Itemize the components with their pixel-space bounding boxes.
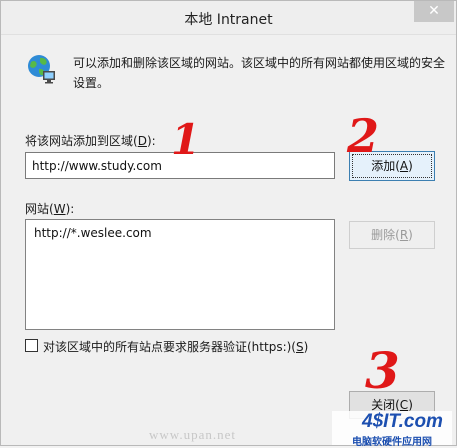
sites-list[interactable]: http://*.weslee.com bbox=[25, 219, 335, 330]
add-site-label: 将该网站添加到区域(D): bbox=[25, 134, 156, 148]
annotation-step-1: 1 bbox=[171, 115, 201, 164]
brand-logo: 4$IT.com bbox=[362, 411, 443, 432]
https-checkbox-label[interactable]: 对该区域中的所有站点要求服务器验证(https:)(S) bbox=[43, 338, 308, 355]
title-bar: 本地 Intranet bbox=[1, 1, 456, 35]
https-checkbox[interactable] bbox=[25, 339, 38, 352]
list-item[interactable]: http://*.weslee.com bbox=[34, 226, 326, 240]
watermark-site: www.upan.net bbox=[149, 427, 236, 442]
annotation-step-2: 2 bbox=[347, 109, 380, 163]
annotation-step-3: 3 bbox=[365, 341, 400, 400]
close-icon[interactable] bbox=[414, 1, 454, 22]
window-title: 本地 Intranet bbox=[184, 12, 273, 28]
intranet-dialog: 本地 Intranet 可以添加和删除该区域的网站。该区域中的所有网站都使用区域… bbox=[0, 0, 457, 448]
zone-description: 可以添加和删除该区域的网站。该区域中的所有网站都使用区域的安全设置。 bbox=[73, 56, 446, 90]
watermark-brand: 4$IT.com 电脑软硬件应用网 bbox=[332, 411, 452, 448]
globe-network-icon bbox=[28, 55, 55, 84]
remove-button[interactable]: 删除(R) bbox=[349, 221, 435, 249]
sites-label: 网站(W): bbox=[25, 202, 75, 216]
